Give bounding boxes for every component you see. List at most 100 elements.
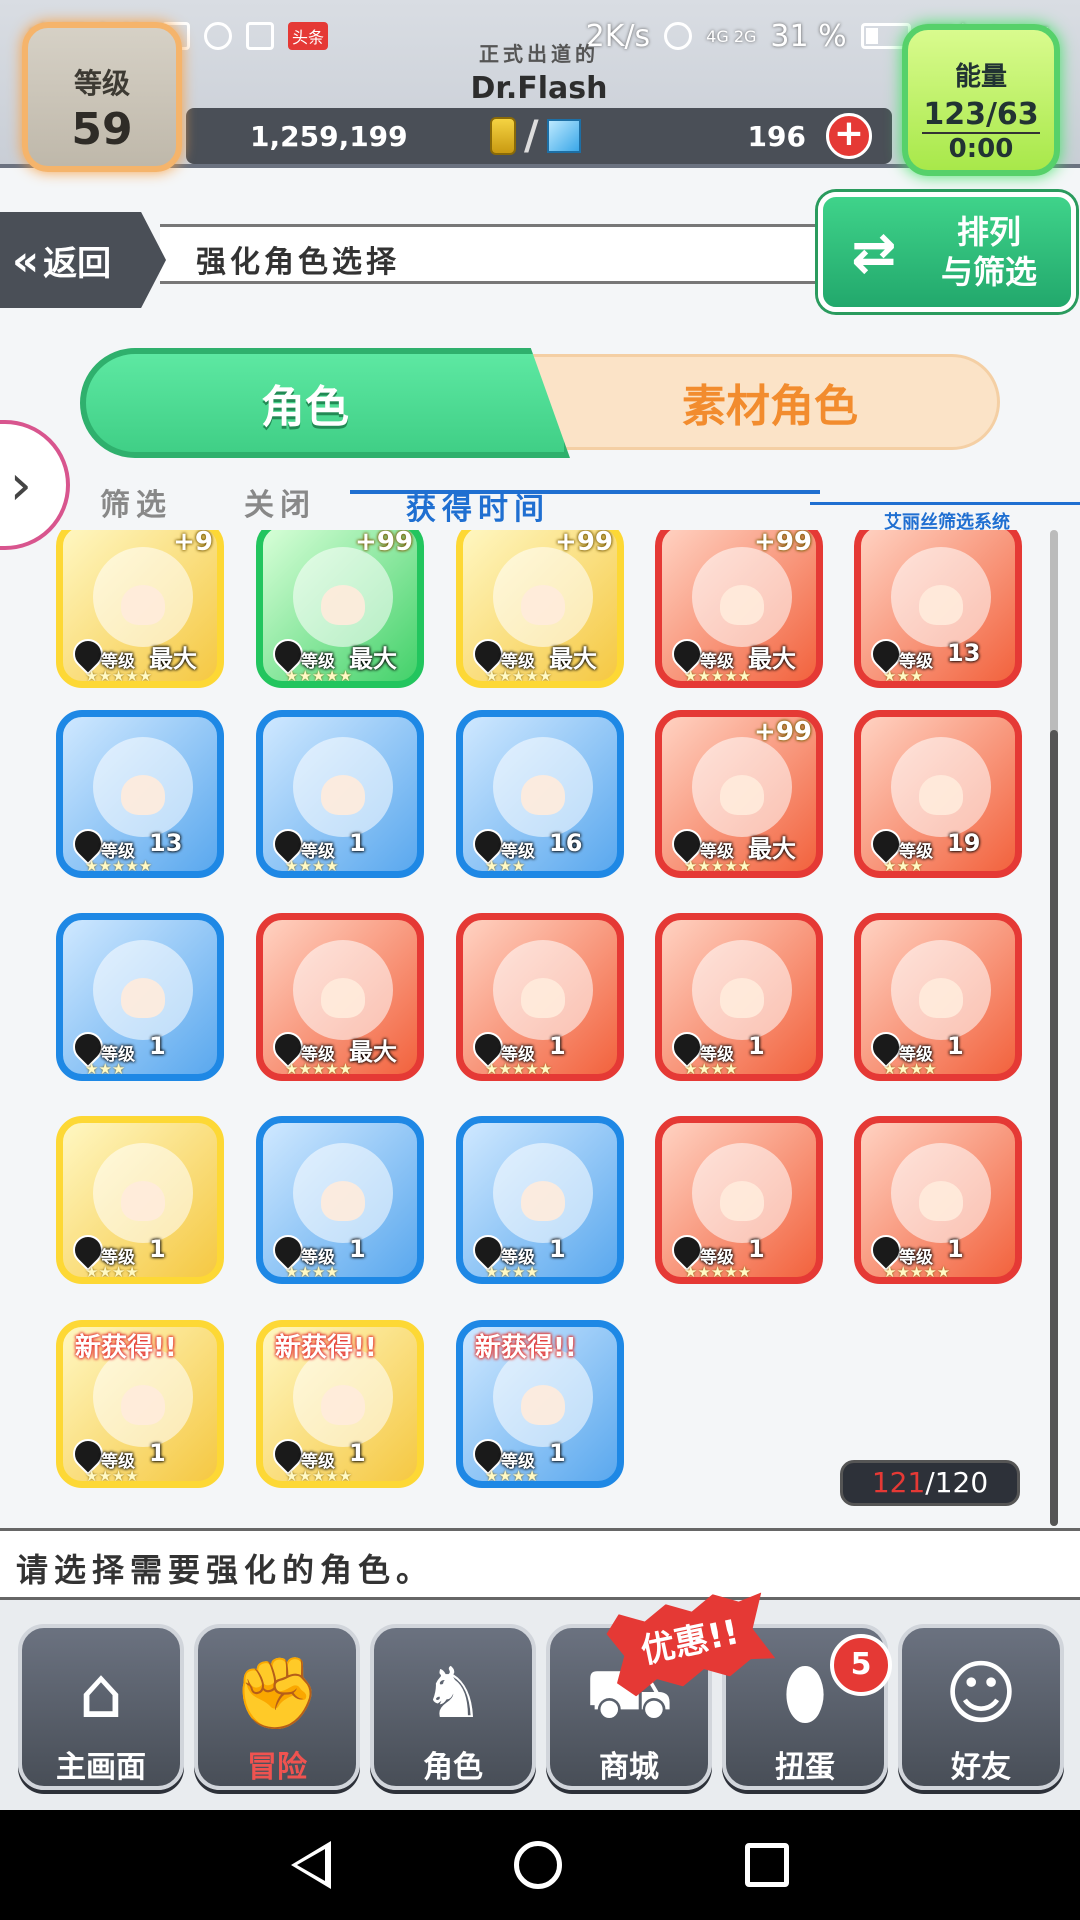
character-card[interactable]: 等级 16 ★★★ bbox=[456, 710, 624, 878]
home-icon: ⌂ bbox=[78, 1652, 124, 1734]
rarity-stars: ★★★ bbox=[883, 857, 924, 875]
filter-row: 筛选 关闭 获得时间 艾丽丝筛选系统 bbox=[0, 474, 1080, 534]
card-level-value: 13 bbox=[149, 829, 183, 857]
rarity-stars: ★★★★ bbox=[684, 1060, 738, 1078]
currency-divider: / bbox=[524, 113, 539, 159]
card-level-value: 最大 bbox=[748, 645, 796, 673]
nav-button-rabbit[interactable]: ♞ 角色 bbox=[370, 1624, 536, 1790]
character-card[interactable]: 等级 1 ★★★★ bbox=[854, 913, 1022, 1081]
title-row: 强化角色选择 « 返回 ⇄ 排列 与筛选 bbox=[0, 192, 1080, 312]
filter-toggle[interactable]: 关闭 bbox=[244, 480, 316, 524]
rabbit-icon: ♞ bbox=[421, 1652, 485, 1734]
player-level-box: 等级 59 bbox=[22, 22, 182, 172]
new-acquired-badge: 新获得!! bbox=[75, 1333, 177, 1363]
character-card[interactable]: 等级 1 ★★★★★ 新获得!! bbox=[256, 1320, 424, 1488]
character-count: 121/120 bbox=[840, 1460, 1020, 1506]
character-portrait bbox=[891, 737, 991, 837]
hint-band: 请选择需要强化的角色。 bbox=[0, 1528, 1080, 1600]
nav-button-friends[interactable]: ☺ 好友 bbox=[898, 1624, 1064, 1790]
character-portrait bbox=[493, 547, 593, 647]
system-recents-icon[interactable] bbox=[744, 1843, 789, 1887]
nav-button-label: 角色 bbox=[423, 1750, 483, 1785]
character-portrait bbox=[293, 547, 393, 647]
energy-value: 123/63 bbox=[922, 97, 1040, 134]
currency-row: 1,259,199 / 196 + bbox=[186, 108, 892, 164]
character-card[interactable]: 等级 最大 ★★★★★ +99 bbox=[655, 710, 823, 878]
add-currency-button[interactable]: + bbox=[826, 113, 872, 159]
gacha-notification-badge: 5 bbox=[830, 1634, 892, 1696]
card-level-value: 1 bbox=[748, 1032, 765, 1060]
gem-amount: 196 bbox=[747, 119, 806, 153]
card-level-value: 最大 bbox=[549, 645, 597, 673]
nav-button-label: 主画面 bbox=[56, 1750, 146, 1785]
tab-characters[interactable]: 角色 bbox=[80, 348, 570, 458]
character-card[interactable]: 等级 1 ★★★★★ bbox=[854, 1116, 1022, 1284]
back-button[interactable]: « 返回 bbox=[0, 212, 166, 308]
character-portrait bbox=[891, 1143, 991, 1243]
tab-material-characters[interactable]: 素材角色 bbox=[500, 354, 1000, 450]
rarity-stars: ★★★★★ bbox=[285, 1060, 353, 1078]
rarity-stars: ★★★ bbox=[485, 857, 526, 875]
sort-label-line1: 排列 bbox=[956, 213, 1021, 251]
character-portrait bbox=[493, 737, 593, 837]
character-card[interactable]: 等级 最大 ★★★★★ bbox=[256, 913, 424, 1081]
character-card[interactable]: 等级 1 ★★★★ bbox=[256, 1116, 424, 1284]
character-card[interactable]: 等级 1 ★★★ bbox=[56, 913, 224, 1081]
page-title: 强化角色选择 bbox=[196, 245, 400, 280]
rarity-stars: ★★★★ bbox=[85, 1263, 139, 1281]
filter-label: 筛选 bbox=[100, 488, 172, 523]
character-portrait bbox=[692, 940, 792, 1040]
energy-box[interactable]: 能量 123/63 0:00 bbox=[902, 24, 1060, 176]
character-card[interactable]: 等级 最大 ★★★★★ +99 bbox=[655, 530, 823, 688]
coin-icon bbox=[490, 117, 516, 155]
nav-button-label: 扭蛋 bbox=[775, 1750, 835, 1785]
character-card[interactable]: 等级 13 ★★★ bbox=[854, 530, 1022, 688]
rarity-stars: ★★★★★ bbox=[285, 1467, 353, 1485]
filter-divider bbox=[810, 502, 1080, 505]
character-count-current: 121 bbox=[871, 1466, 926, 1499]
player-title: 正式出道的 bbox=[479, 42, 599, 66]
character-card[interactable]: 等级 1 ★★★★ bbox=[256, 710, 424, 878]
character-card[interactable]: 等级 最大 ★★★★★ +99 bbox=[456, 530, 624, 688]
character-card[interactable]: 等级 最大 ★★★★★ +9 bbox=[56, 530, 224, 688]
card-level-value: 1 bbox=[149, 1032, 166, 1060]
character-card[interactable]: 等级 1 ★★★★ bbox=[56, 1116, 224, 1284]
system-home-icon[interactable] bbox=[513, 1841, 562, 1889]
character-card[interactable]: 等级 1 ★★★★ 新获得!! bbox=[456, 1320, 624, 1488]
sort-order-label[interactable]: 获得时间 bbox=[406, 484, 550, 528]
energy-timer: 0:00 bbox=[948, 134, 1014, 164]
rarity-stars: ★★★★ bbox=[883, 1060, 937, 1078]
character-card[interactable]: 等级 1 ★★★★★ bbox=[456, 913, 624, 1081]
character-card[interactable]: 等级 19 ★★★ bbox=[854, 710, 1022, 878]
rarity-stars: ★★★★★ bbox=[485, 667, 553, 685]
character-card[interactable]: 等级 1 ★★★★★ bbox=[655, 1116, 823, 1284]
character-card[interactable]: 等级 13 ★★★★★ bbox=[56, 710, 224, 878]
rarity-stars: ★★★★★ bbox=[485, 1060, 553, 1078]
scrollbar[interactable] bbox=[1050, 530, 1058, 1526]
character-portrait bbox=[293, 1143, 393, 1243]
card-level-value: 19 bbox=[947, 829, 981, 857]
nav-button-label: 商城 bbox=[599, 1750, 659, 1785]
system-back-icon[interactable] bbox=[291, 1841, 332, 1889]
nav-button-handshake[interactable]: ✊ 冒险 bbox=[194, 1624, 360, 1790]
plus-value-badge: +9 bbox=[173, 530, 213, 557]
character-card[interactable]: 等级 1 ★★★★ bbox=[456, 1116, 624, 1284]
card-level-value: 1 bbox=[349, 1439, 366, 1467]
game-screen: 中国电信 头条 2K/s 4G 2G 31 % 下午1:25 正式出道的 Dr.… bbox=[0, 0, 1080, 1920]
card-level-value: 最大 bbox=[149, 645, 197, 673]
card-level-value: 1 bbox=[549, 1032, 566, 1060]
rarity-stars: ★★★★ bbox=[285, 857, 339, 875]
sort-label-line2: 与筛选 bbox=[940, 253, 1037, 291]
nav-button-home[interactable]: ⌂ 主画面 bbox=[18, 1624, 184, 1790]
rarity-stars: ★★★★★ bbox=[684, 1263, 752, 1281]
plus-value-badge: +99 bbox=[555, 530, 613, 557]
rarity-stars: ★★★★★ bbox=[85, 667, 153, 685]
character-card[interactable]: 等级 最大 ★★★★★ +99 bbox=[256, 530, 424, 688]
level-value: 59 bbox=[71, 104, 133, 155]
character-card[interactable]: 等级 1 ★★★★ bbox=[655, 913, 823, 1081]
sort-filter-button[interactable]: ⇄ 排列 与筛选 bbox=[818, 192, 1076, 312]
scrollbar-thumb[interactable] bbox=[1050, 730, 1058, 1526]
plus-value-badge: +99 bbox=[754, 530, 812, 557]
name-plate: 正式出道的 Dr.Flash bbox=[186, 38, 892, 108]
character-card[interactable]: 等级 1 ★★★★ 新获得!! bbox=[56, 1320, 224, 1488]
